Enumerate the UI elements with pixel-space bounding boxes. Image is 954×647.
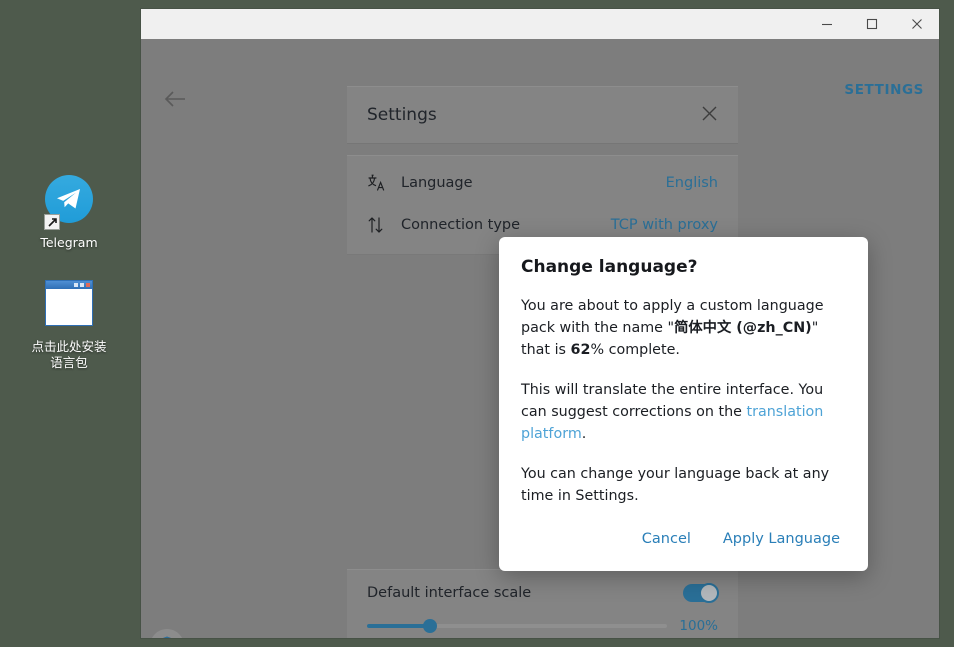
close-icon [701,105,718,122]
dialog-p2-text2: . [582,426,587,442]
settings-row-label: Language [401,175,666,191]
dialog-completion-percent: 62 [571,342,591,358]
desktop-icon-language-pack[interactable]: 点击此处安装 语言包 [10,272,128,371]
desktop-icon-label-line1: 点击此处安装 [10,339,128,355]
dialog-title: Change language? [521,257,846,277]
telegram-window: SETTINGS Settings [141,9,939,638]
slider-handle[interactable] [423,619,437,633]
minimize-icon [821,18,833,30]
minimize-button[interactable] [804,9,849,39]
settings-row-value-connection[interactable]: TCP with proxy [611,217,718,233]
translate-glyph [367,174,387,192]
dialog-actions: Cancel Apply Language [521,527,846,557]
maximize-button[interactable] [849,9,894,39]
settings-title: Settings [367,105,437,125]
close-icon [911,18,923,30]
settings-row-label: Connection type [401,217,611,233]
interface-scale-card: Default interface scale 100% [347,569,738,638]
desktop-icon-telegram[interactable]: Telegram [10,168,128,251]
settings-row-value-language[interactable]: English [666,175,718,191]
connection-arrows-icon [367,216,401,234]
slider-fill [367,624,430,628]
shield-check-button[interactable] [150,629,184,638]
interface-scale-slider-row: 100% [367,618,718,634]
dialog-p1-text3: % complete. [590,342,679,358]
translate-icon [367,174,401,192]
dialog-paragraph-2: This will translate the entire interface… [521,379,846,445]
interface-scale-slider[interactable] [367,618,667,634]
paper-plane-glyph [55,187,83,211]
dialog-language-pack-name: 简体中文 (@zh_CN) [674,320,812,336]
arrow-left-icon [163,90,187,108]
telegram-icon-wrap [10,168,128,230]
desktop-icon-label-line2: 语言包 [10,355,128,371]
cancel-button[interactable]: Cancel [640,527,693,551]
desktop: Telegram 点击此处安装 语言包 [0,0,954,647]
window-document-icon [45,280,93,326]
window-titlebar-glyph [46,281,92,289]
settings-row-language[interactable]: Language English [347,162,738,204]
window-icon-wrap [10,272,128,334]
desktop-icon-label: Telegram [10,235,128,251]
maximize-icon [866,18,878,30]
settings-close-button[interactable] [701,105,718,125]
up-down-arrows-glyph [367,216,387,234]
shortcut-arrow-glyph [47,217,58,228]
interface-scale-header: Default interface scale [367,584,718,602]
apply-language-button[interactable]: Apply Language [721,527,842,551]
section-caption-settings: SETTINGS [844,82,924,98]
interface-scale-label: Default interface scale [367,585,531,601]
settings-card-header: Settings [347,86,738,144]
back-button[interactable] [155,79,195,119]
interface-scale-percent: 100% [679,618,718,634]
shield-check-icon [157,635,177,638]
default-interface-scale-toggle[interactable] [683,584,718,602]
window-titlebar [141,9,939,39]
close-window-button[interactable] [894,9,939,39]
change-language-dialog: Change language? You are about to apply … [499,237,868,571]
toggle-knob [699,583,719,603]
dialog-paragraph-3: You can change your language back at any… [521,463,846,507]
shortcut-badge-icon [44,214,60,230]
window-content: SETTINGS Settings [141,39,939,638]
dialog-paragraph-1: You are about to apply a custom language… [521,295,846,361]
